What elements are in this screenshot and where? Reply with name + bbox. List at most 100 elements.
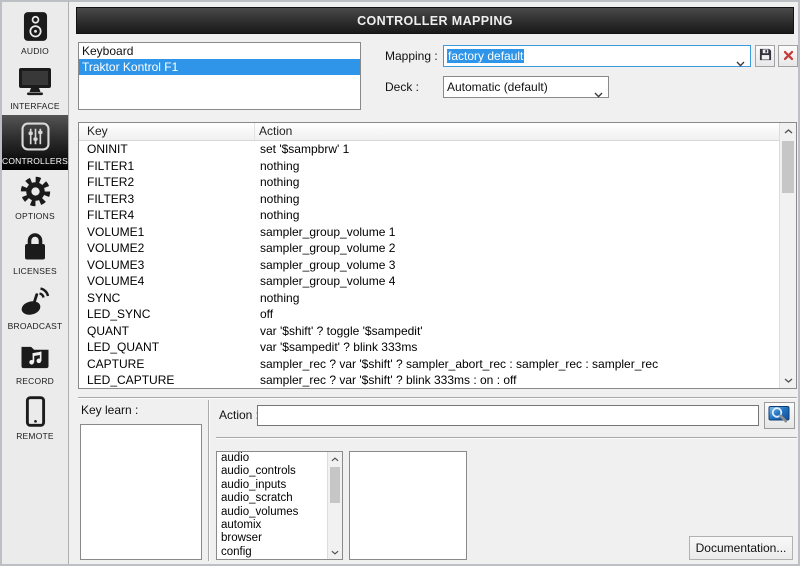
horizontal-divider	[216, 437, 797, 439]
category-item[interactable]: config	[217, 546, 327, 559]
controller-item[interactable]: Keyboard	[79, 43, 360, 59]
category-scrollbar[interactable]	[327, 452, 342, 559]
sidebar-item-label: LICENSES	[13, 266, 57, 276]
table-row[interactable]: LED_SYNC off	[79, 306, 779, 323]
red-x-icon	[783, 49, 794, 64]
table-row[interactable]: LED_CAPTURE sampler_rec ? var '$shift' ? …	[79, 372, 779, 388]
table-header: Key Action	[79, 123, 796, 141]
page-title: CONTROLLER MAPPING	[76, 7, 794, 34]
category-item[interactable]: controls	[217, 559, 327, 560]
deck-value: Automatic (default)	[447, 80, 548, 94]
cell-key: QUANT	[87, 323, 129, 338]
sidebar-item-label: OPTIONS	[15, 211, 55, 221]
sidebar-item-controllers[interactable]: CONTROLLERS	[2, 115, 68, 170]
controller-list[interactable]: Keyboard Traktor Kontrol F1	[78, 42, 361, 110]
sidebar-item-label: INTERFACE	[10, 101, 60, 111]
cell-key: FILTER3	[87, 191, 135, 206]
cell-key: VOLUME1	[87, 224, 145, 239]
cell-key: ONINIT	[87, 142, 128, 156]
mapping-label: Mapping :	[385, 49, 438, 63]
action-input[interactable]	[257, 405, 759, 426]
column-header-key[interactable]: Key	[79, 123, 255, 140]
table-row[interactable]: VOLUME3 sampler_group_volume 3	[79, 257, 779, 274]
cell-key: FILTER4	[87, 208, 135, 222]
mapping-select[interactable]: factory default	[443, 45, 751, 67]
action-category-list[interactable]: audio audio_controls audio_inputs audio_scr…	[216, 451, 343, 560]
table-row[interactable]: CAPTURE sampler_rec ? var '$shift' ? samp…	[79, 356, 779, 373]
sidebar-item-label: REMOTE	[16, 431, 54, 441]
action-result-list[interactable]	[349, 451, 467, 560]
chevron-down-icon[interactable]	[594, 85, 603, 103]
table-row[interactable]: FILTER3 nothing	[79, 191, 779, 208]
cell-action: nothing	[260, 290, 300, 305]
cell-action: var '$shift' ? toggle '$sampedit'	[260, 323, 423, 338]
delete-mapping-button[interactable]	[778, 45, 798, 67]
sidebar-item-interface[interactable]: INTERFACE	[2, 60, 68, 115]
table-row[interactable]: VOLUME4 sampler_group_volume 4	[79, 273, 779, 290]
cell-action: off	[260, 307, 274, 321]
search-action-button[interactable]	[764, 402, 795, 429]
cell-key: VOLUME2	[87, 241, 145, 255]
scrollbar-thumb[interactable]	[782, 141, 794, 193]
sidebar-item-remote[interactable]: REMOTE	[2, 390, 68, 445]
scrollbar-up-button[interactable]	[328, 452, 342, 466]
sidebar-item-label: BROADCAST	[7, 321, 63, 331]
documentation-button[interactable]: Documentation...	[689, 536, 793, 560]
scrollbar-thumb[interactable]	[330, 467, 340, 503]
category-item[interactable]: automix	[217, 519, 327, 532]
lock-icon	[21, 229, 49, 263]
table-row[interactable]: QUANT var '$shift' ? toggle '$sampedit'	[79, 323, 779, 340]
table-scrollbar[interactable]	[779, 123, 796, 388]
mapping-table: Key Action ONINIT set '$sampbrw' 1 FILTER1…	[78, 122, 797, 389]
category-item[interactable]: audio_inputs	[217, 479, 327, 492]
cell-action: nothing	[260, 191, 300, 206]
vertical-divider	[208, 400, 210, 561]
category-item[interactable]: audio_scratch	[217, 492, 327, 505]
sidebar-item-audio[interactable]: AUDIO	[2, 5, 68, 60]
sidebar-item-label: AUDIO	[21, 46, 49, 56]
cell-key: SYNC	[87, 290, 121, 305]
category-item[interactable]: audio_controls	[217, 465, 327, 478]
search-icon	[768, 405, 792, 427]
cell-action: nothing	[260, 208, 300, 222]
table-row[interactable]: VOLUME2 sampler_group_volume 2	[79, 240, 779, 257]
cell-action: sampler_group_volume 2	[260, 241, 396, 255]
deck-label: Deck :	[385, 80, 420, 94]
table-row[interactable]: FILTER4 nothing	[79, 207, 779, 224]
phone-icon	[25, 394, 46, 428]
controller-item[interactable]: Traktor Kontrol F1	[79, 59, 360, 75]
mapping-value: factory default	[447, 49, 525, 63]
category-item[interactable]: audio	[217, 452, 327, 465]
scrollbar-up-button[interactable]	[780, 123, 796, 139]
table-row[interactable]: FILTER1 nothing	[79, 158, 779, 175]
sidebar-item-licenses[interactable]: LICENSES	[2, 225, 68, 280]
cell-action: sampler_group_volume 3	[260, 257, 396, 272]
table-row[interactable]: ONINIT set '$sampbrw' 1	[79, 141, 779, 158]
cell-action: sampler_group_volume 4	[260, 274, 396, 288]
column-header-action[interactable]: Action	[255, 123, 796, 140]
cell-action: sampler_group_volume 1	[260, 224, 396, 239]
cell-key: FILTER1	[87, 158, 135, 173]
sliders-icon	[20, 119, 50, 153]
sidebar-item-options[interactable]: OPTIONS	[2, 170, 68, 225]
broadcast-icon	[19, 284, 51, 318]
cell-key: VOLUME3	[87, 257, 145, 272]
table-row[interactable]: FILTER2 nothing	[79, 174, 779, 191]
chevron-down-icon[interactable]	[736, 54, 745, 72]
save-mapping-button[interactable]	[755, 45, 775, 67]
key-learn-list[interactable]	[80, 424, 202, 560]
category-item[interactable]: browser	[217, 532, 327, 545]
cell-key: FILTER2	[87, 175, 135, 189]
sidebar-item-record[interactable]: RECORD	[2, 335, 68, 390]
mapping-table-body: ONINIT set '$sampbrw' 1 FILTER1 nothing FILT…	[79, 141, 779, 388]
category-item[interactable]: audio_volumes	[217, 506, 327, 519]
table-row[interactable]: VOLUME1 sampler_group_volume 1	[79, 224, 779, 241]
table-row[interactable]: SYNC nothing	[79, 290, 779, 307]
scrollbar-down-button[interactable]	[780, 372, 796, 388]
record-folder-icon	[19, 339, 51, 373]
sidebar-item-broadcast[interactable]: BROADCAST	[2, 280, 68, 335]
scrollbar-down-button[interactable]	[328, 545, 342, 559]
table-row[interactable]: LED_QUANT var '$sampedit' ? blink 333ms	[79, 339, 779, 356]
monitor-icon	[18, 64, 52, 98]
deck-select[interactable]: Automatic (default)	[443, 76, 609, 98]
